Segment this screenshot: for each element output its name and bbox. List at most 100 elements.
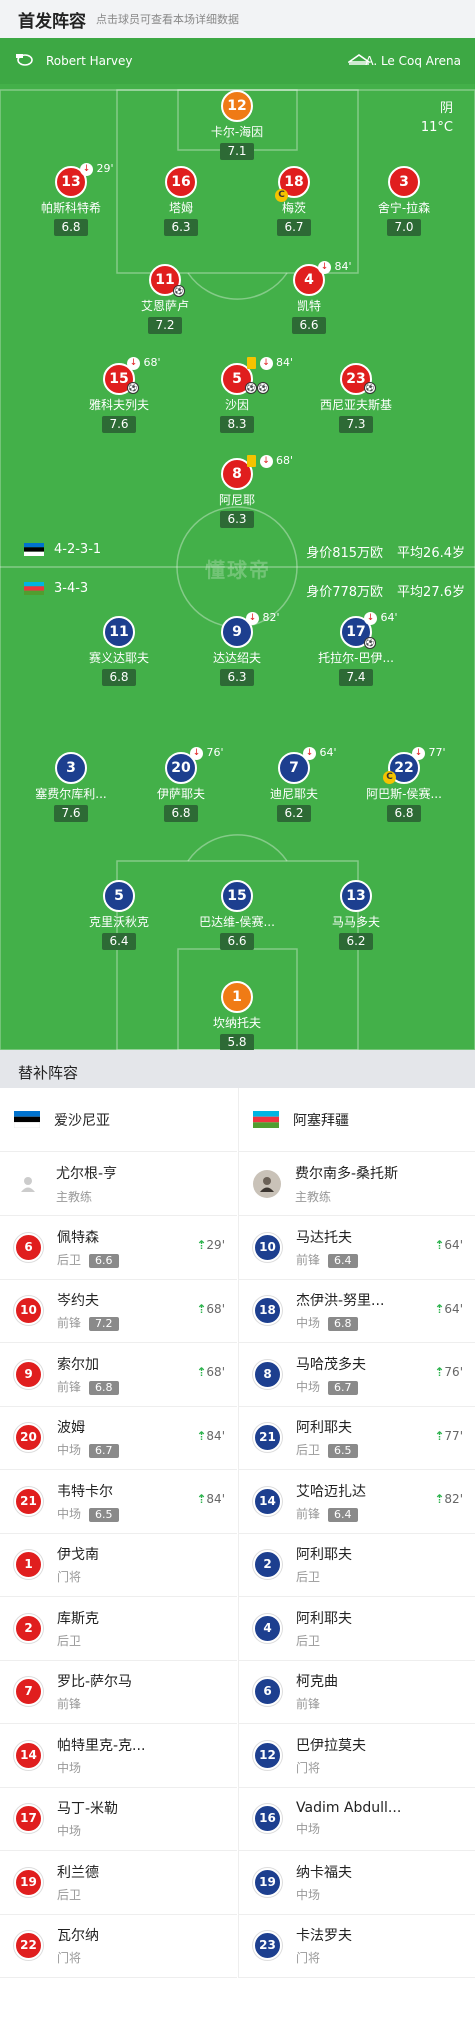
player-position-line: 前锋 6.8 [57, 1378, 189, 1395]
sub-player-row[interactable]: 10 岑约夫 前锋 7.2 ⇡68' [0, 1280, 237, 1343]
away-player[interactable]: 22 阿巴斯-侯赛... 6.8 [349, 752, 459, 822]
home-player[interactable]: 8 阿尼耶 6.3 [182, 458, 292, 528]
sub-player-row[interactable]: 17 马丁-米勒 中场 [0, 1788, 237, 1851]
sub-out-icon: ↓ [318, 260, 331, 274]
home-player[interactable]: 18 梅茨 6.7 [239, 166, 349, 236]
sub-player-row[interactable]: 10 马达托夫 前锋 6.4 ⇡64' [239, 1216, 475, 1280]
sub-out-icon: ↓ [259, 356, 273, 370]
sub-in-icon: ⇡ [434, 1365, 445, 1379]
player-position: 前锋 [57, 1379, 82, 1394]
sub-player-row[interactable]: 1 伊戈南 门将 [0, 1534, 237, 1597]
player-position: 中场 [57, 1824, 82, 1839]
player-info: 柯克曲 前锋 [296, 1671, 428, 1712]
sub-player-row[interactable]: 7 罗比-萨尔马 前锋 [0, 1661, 237, 1724]
home-team-name: 爱沙尼亚 [54, 1112, 110, 1129]
home-subs-column: 爱沙尼亚 尤尔根-亨 主教练 6 佩特森 后卫 6.6 ⇡29' 10 岑约夫 前锋 7.2 ⇡6… [0, 1088, 237, 1978]
home-team-header[interactable]: 爱沙尼亚 [0, 1088, 237, 1152]
sub-in-minute-text: 29' [206, 1238, 225, 1252]
player-rating: 6.4 [102, 933, 136, 950]
player-number: 21 [14, 1486, 43, 1516]
player-info: 巴伊拉莫夫 门将 [296, 1735, 428, 1776]
away-player[interactable]: 11 赛义达耶夫 6.8 [64, 616, 174, 686]
away-player[interactable]: 20 伊萨耶夫 6.8 [126, 752, 236, 822]
home-player[interactable]: 16 塔姆 6.3 [126, 166, 236, 236]
player-name: 伊戈南 [57, 1547, 99, 1564]
sub-player-row[interactable]: 9 索尔加 前锋 6.8 ⇡68' [0, 1343, 237, 1407]
away-player[interactable]: 13 马马多夫 6.2 [301, 880, 411, 950]
player-name: 瓦尔纳 [57, 1928, 99, 1945]
away-player[interactable]: 7 迪尼耶夫 6.2 [239, 752, 349, 822]
sub-in-icon: ⇡ [434, 1428, 445, 1443]
sub-player-row[interactable]: 22 瓦尔纳 门将 [0, 1915, 237, 1978]
home-player[interactable]: 3 舍宁-拉森 7.0 [349, 166, 459, 236]
sub-player-row[interactable]: 18 杰伊洪-努里... 中场 6.8 ⇡64' [239, 1280, 475, 1343]
sub-in-minute-text: 84' [206, 1492, 225, 1506]
home-player[interactable]: 13 帕斯科特希 6.8 [16, 166, 126, 236]
player-position: 门将 [296, 1760, 321, 1775]
sub-player-row[interactable]: 6 佩特森 后卫 6.6 ⇡29' [0, 1216, 237, 1280]
player-number: 1 [221, 981, 253, 1013]
away-team-header[interactable]: 阿塞拜疆 [239, 1088, 475, 1152]
yellow-card-icon [247, 455, 256, 467]
away-player[interactable]: 15 巴达维-侯赛... 6.6 [182, 880, 292, 950]
player-number: 1 [14, 1550, 43, 1580]
sub-player-row[interactable]: 19 利兰德 后卫 [0, 1851, 237, 1915]
home-player[interactable]: 11 艾恩萨卢 7.2 [110, 264, 220, 334]
player-number: 2 [253, 1550, 282, 1580]
sub-player-row[interactable]: 6 柯克曲 前锋 [239, 1661, 475, 1724]
player-rating: 6.8 [328, 1317, 358, 1332]
home-player[interactable]: 5 沙因 8.3 [182, 363, 292, 433]
player-info: 库斯克 后卫 [57, 1608, 189, 1649]
player-name: 达达绍夫 [212, 651, 261, 665]
home-player[interactable]: 23 西尼亚夫斯基 7.3 [301, 363, 411, 433]
sub-player-row[interactable]: 4 阿利耶夫 后卫 [239, 1597, 475, 1661]
person-icon [21, 1176, 35, 1192]
home-player[interactable]: 12 卡尔-海因 7.1 [182, 90, 292, 160]
sub-player-row[interactable]: 16 Vadim Abdull... 中场 [239, 1788, 475, 1851]
ball-icon: ⚽ [173, 285, 185, 297]
sub-player-row[interactable]: 12 巴伊拉莫夫 门将 [239, 1724, 475, 1788]
sub-player-row[interactable]: 14 艾哈迈扎达 前锋 6.4 ⇡82' [239, 1470, 475, 1534]
away-player[interactable]: 1 坎纳托夫 5.8 [182, 981, 292, 1050]
home-player[interactable]: 4 凯特 6.6 [254, 264, 364, 334]
player-name: 罗比-萨尔马 [57, 1674, 133, 1691]
sub-in-minute-text: 64' [444, 1301, 463, 1316]
player-name: 舍宁-拉森 [377, 201, 431, 215]
away-player[interactable]: 5 克里沃秋克 6.4 [64, 880, 174, 950]
venue-name: A. Le Coq Arena [365, 54, 461, 68]
player-rating: 6.5 [89, 1507, 119, 1522]
away-player[interactable]: 17 托拉尔-巴伊... 7.4 [301, 616, 411, 686]
away-coach[interactable]: 费尔南多-桑托斯 主教练 [239, 1152, 475, 1216]
sub-player-row[interactable]: 21 韦特卡尔 中场 6.5 ⇡84' [0, 1470, 237, 1534]
sub-player-row[interactable]: 21 阿利耶夫 后卫 6.5 ⇡77' [239, 1407, 475, 1470]
player-number: 16 [253, 1804, 282, 1834]
sub-player-row[interactable]: 2 阿利耶夫 后卫 [239, 1534, 475, 1597]
player-number: 3 [55, 752, 87, 784]
sub-in-minute: ⇡84' [196, 1492, 225, 1506]
sub-in-minute: ⇡68' [196, 1365, 225, 1379]
player-number: 18 [253, 1296, 282, 1326]
sub-in-minute-text: 68' [206, 1365, 225, 1379]
away-subs-column: 阿塞拜疆 费尔南多-桑托斯 主教练 10 马达托夫 前锋 6.4 ⇡64' 18 杰伊洪-努… [238, 1088, 475, 1978]
player-rating: 6.3 [220, 511, 254, 528]
away-team-age: 平均27.6岁 [397, 585, 465, 600]
player-number: 2 [14, 1613, 43, 1643]
sub-player-row[interactable]: 19 纳卡福夫 中场 [239, 1851, 475, 1915]
away-player[interactable]: 3 塞费尔库利... 7.6 [16, 752, 126, 822]
sub-player-row[interactable]: 8 马哈茂多夫 中场 6.7 ⇡76' [239, 1343, 475, 1407]
player-name: 巴伊拉莫夫 [296, 1737, 366, 1754]
away-player[interactable]: 9 达达绍夫 6.3 [182, 616, 292, 686]
home-coach[interactable]: 尤尔根-亨 主教练 [0, 1152, 237, 1216]
player-position: 后卫 [296, 1443, 321, 1458]
player-name: 迪尼耶夫 [269, 787, 318, 801]
player-name: 纳卡福夫 [296, 1864, 352, 1881]
home-player[interactable]: 15 雅科夫列夫 7.6 [64, 363, 174, 433]
sub-player-row[interactable]: 14 帕特里克-克... 中场 [0, 1724, 237, 1788]
player-rating: 7.1 [220, 143, 254, 160]
player-rating: 6.8 [54, 219, 88, 236]
sub-player-row[interactable]: 2 库斯克 后卫 [0, 1597, 237, 1661]
player-rating: 6.4 [328, 1507, 358, 1522]
sub-player-row[interactable]: 23 卡法罗夫 门将 [239, 1915, 475, 1978]
azerbaijan-flag-icon [24, 582, 44, 595]
sub-player-row[interactable]: 20 波姆 中场 6.7 ⇡84' [0, 1407, 237, 1470]
